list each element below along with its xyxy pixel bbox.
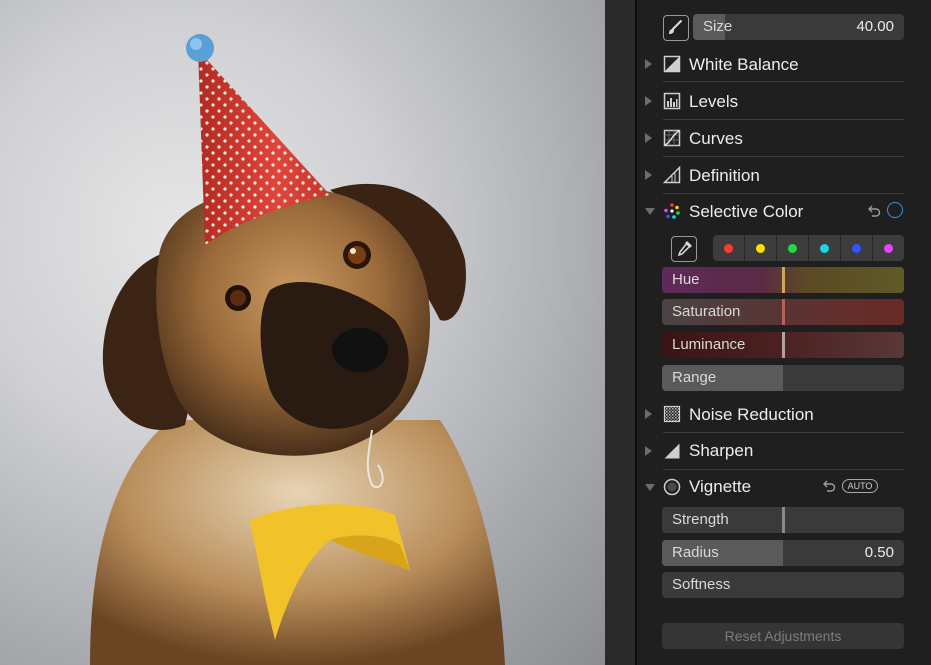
color-swatch[interactable] [809,235,841,261]
selective-color-enable-toggle[interactable] [887,202,903,218]
hue-label: Hue [672,271,700,288]
levels-icon [663,92,681,110]
brush-size-label: Size [703,18,733,35]
disclosure-triangle-icon[interactable] [645,96,652,106]
color-dot-icon [756,243,765,253]
disclosure-triangle-icon[interactable] [645,409,652,419]
undo-icon[interactable] [866,203,882,219]
undo-icon[interactable] [821,478,837,494]
disclosure-triangle-icon[interactable] [645,133,652,143]
section-label: Sharpen [689,441,754,460]
auto-button[interactable]: AUTO [842,479,878,493]
curves-icon [663,129,681,147]
color-swatch[interactable] [745,235,777,261]
section-label: Curves [689,129,743,148]
section-definition[interactable]: Definition [637,157,931,194]
white-balance-icon [663,55,681,73]
disclosure-triangle-icon[interactable] [645,170,652,180]
section-levels[interactable]: Levels [637,83,931,120]
reset-adjustments-label: Reset Adjustments [724,628,842,644]
strength-label: Strength [672,511,729,528]
color-swatch[interactable] [777,235,809,261]
reset-adjustments-button[interactable]: Reset Adjustments [662,623,904,649]
brush-icon [669,20,682,34]
section-white-balance[interactable]: White Balance [637,46,931,82]
color-dot-icon [788,243,797,253]
hue-slider[interactable]: Hue [662,267,904,293]
eyedropper-button[interactable] [671,236,697,262]
softness-label: Softness [672,576,731,593]
disclosure-triangle-icon[interactable] [645,208,655,215]
radius-value: 0.50 [864,544,894,561]
noise-reduction-icon [663,405,681,423]
section-noise-reduction[interactable]: Noise Reduction [637,397,931,433]
color-swatch[interactable] [841,235,873,261]
color-dot-icon [820,243,829,253]
strength-slider[interactable]: Strength [662,507,904,533]
section-sharpen[interactable]: Sharpen [637,433,931,470]
definition-icon [663,166,681,184]
color-dot-icon [724,243,733,253]
section-label: Definition [689,166,760,185]
color-swatch[interactable] [873,235,904,261]
disclosure-triangle-icon[interactable] [645,59,652,69]
eyedropper-icon [677,241,692,257]
brush-button[interactable] [663,15,689,41]
section-label: White Balance [689,55,799,74]
sharpen-icon [664,443,680,459]
saturation-slider[interactable]: Saturation [662,299,904,325]
disclosure-triangle-icon[interactable] [645,446,652,456]
vignette-icon [663,478,681,496]
softness-slider[interactable]: Softness [662,572,904,598]
section-selective-color[interactable]: Selective Color [637,194,931,230]
dog-photo [90,34,505,665]
brush-size-value: 40.00 [856,18,894,35]
luminance-slider[interactable]: Luminance [662,332,904,358]
saturation-label: Saturation [672,303,741,320]
radius-label: Radius [672,544,719,561]
disclosure-triangle-icon[interactable] [645,484,655,491]
adjust-panel: Size 40.00 White Balance Levels Curves D… [637,0,931,665]
selective-color-icon [664,203,680,219]
photo-canvas[interactable] [0,0,605,665]
luminance-label: Luminance [672,336,746,353]
radius-slider[interactable]: Radius 0.50 [662,540,904,566]
section-curves[interactable]: Curves [637,120,931,157]
section-label: Levels [689,92,739,111]
color-dot-icon [852,243,861,253]
range-slider[interactable]: Range [662,365,904,391]
section-label: Vignette [689,477,752,496]
section-vignette[interactable]: Vignette AUTO [637,470,931,504]
section-label: Noise Reduction [689,405,814,424]
section-label: Selective Color [689,202,804,221]
color-swatch-bar [713,235,904,261]
auto-label: AUTO [847,481,873,491]
color-dot-icon [884,243,893,253]
panel-gutter [605,0,635,665]
brush-size-slider[interactable]: Size 40.00 [693,14,904,40]
range-label: Range [672,369,717,386]
color-swatch[interactable] [713,235,745,261]
